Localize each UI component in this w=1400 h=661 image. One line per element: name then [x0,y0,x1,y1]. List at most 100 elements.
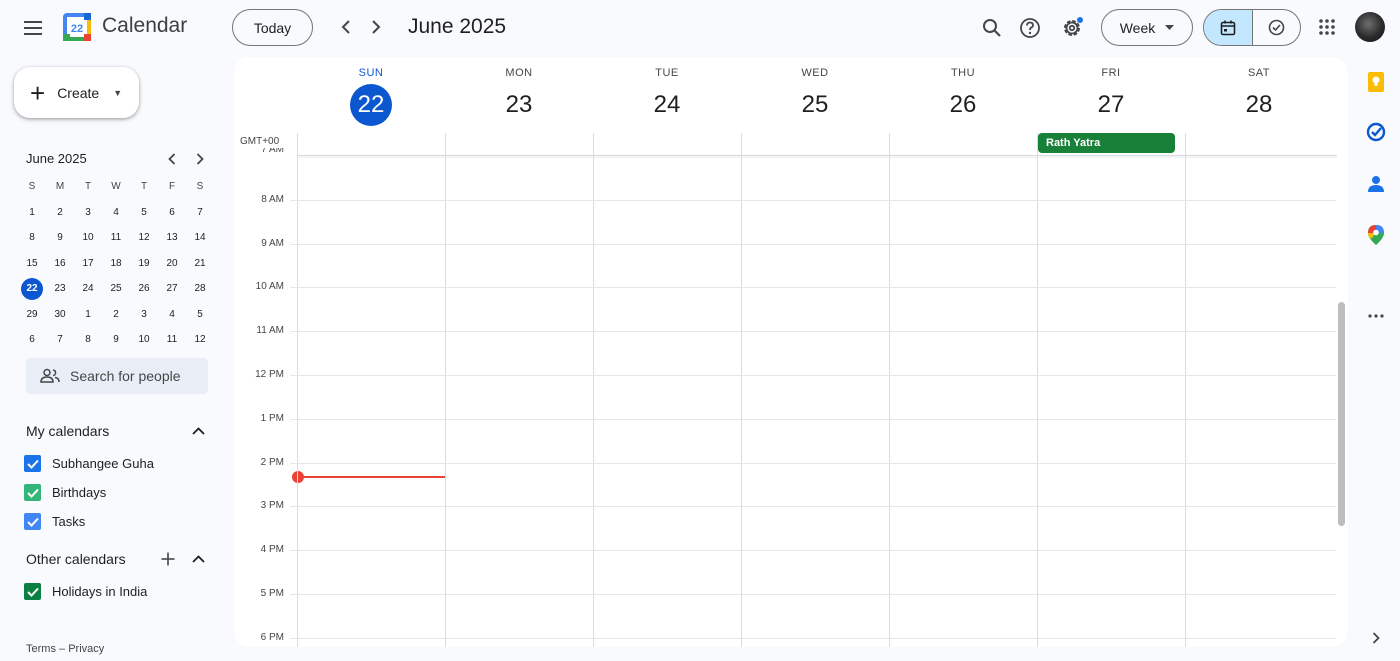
mini-calendar-day[interactable]: 8 [74,329,102,351]
date-button[interactable]: 28 [1238,84,1280,126]
mini-calendar-day-number: 8 [29,232,35,244]
mini-calendar-day[interactable]: 9 [46,227,74,249]
date-button[interactable]: 25 [794,84,836,126]
mini-calendar-day[interactable]: 21 [186,252,214,274]
mini-calendar-day[interactable]: 26 [130,278,158,300]
calendar-list-item[interactable]: Tasks [24,513,85,530]
calendar-checkbox[interactable] [24,583,41,600]
mini-calendar-day[interactable]: 5 [186,303,214,325]
terms-link[interactable]: Terms [26,643,56,655]
week-view-scrollbar[interactable] [1338,302,1345,526]
mini-calendar-day[interactable]: 2 [46,201,74,223]
date-button[interactable]: 23 [498,84,540,126]
calendar-checkbox[interactable] [24,484,41,501]
next-week-button[interactable] [361,12,391,42]
mini-calendar-day[interactable]: 20 [158,252,186,274]
mini-calendar-day[interactable]: 7 [46,329,74,351]
mini-calendar-day[interactable]: 10 [74,227,102,249]
mini-calendar-next-button[interactable] [190,149,210,169]
view-selector-button[interactable]: Week [1101,9,1193,46]
calendar-view-toggle[interactable] [1204,10,1253,45]
maps-button[interactable] [1362,221,1390,249]
search-people-input[interactable]: Search for people [26,358,208,394]
mini-calendar-day[interactable]: 7 [186,201,214,223]
mini-calendar-day[interactable]: 6 [18,329,46,351]
mini-calendar-day[interactable]: 3 [74,201,102,223]
calendar-logo-icon[interactable]: 22 [62,12,92,42]
all-day-event[interactable]: Rath Yatra [1038,133,1175,153]
expand-side-panel-button[interactable] [1362,624,1390,652]
mini-calendar-day[interactable]: 30 [46,303,74,325]
today-button[interactable]: Today [232,9,313,46]
mini-calendar-day[interactable]: 12 [130,227,158,249]
caret-down-icon: ▼ [113,87,123,98]
mini-calendar-day[interactable]: 4 [102,201,130,223]
mini-calendar-day[interactable]: 1 [18,201,46,223]
all-day-divider [297,155,1337,156]
keep-icon [1368,72,1384,92]
mini-calendar-day[interactable]: 24 [74,278,102,300]
search-button[interactable] [974,10,1010,46]
main-menu-button[interactable] [14,8,54,48]
day-header: TUE 24 [593,57,741,133]
mini-calendar-day[interactable]: 6 [158,201,186,223]
mini-calendar-day[interactable]: 27 [158,278,186,300]
mini-calendar-day[interactable]: 9 [102,329,130,351]
mini-calendar-day[interactable]: 1 [74,303,102,325]
mini-calendar-day-number: 2 [113,308,119,320]
mini-calendar-day[interactable]: 8 [18,227,46,249]
menu-icon [24,21,42,35]
mini-calendar-day[interactable]: 11 [158,329,186,351]
account-avatar[interactable] [1355,12,1385,42]
mini-calendar-day[interactable]: 3 [130,303,158,325]
more-options-button[interactable] [1362,302,1390,330]
mini-calendar-day[interactable]: 13 [158,227,186,249]
mini-calendar-day[interactable]: 5 [130,201,158,223]
mini-calendar-day[interactable]: 18 [102,252,130,274]
previous-week-button[interactable] [331,12,361,42]
calendar-list-item[interactable]: Birthdays [24,484,106,501]
keep-button[interactable] [1362,68,1390,96]
tasks-view-toggle[interactable] [1253,10,1301,45]
google-apps-button[interactable] [1312,12,1342,42]
settings-button[interactable] [1054,10,1090,46]
mini-calendar-day[interactable]: 19 [130,252,158,274]
date-button[interactable]: 27 [1090,84,1132,126]
calendar-list-item[interactable]: Holidays in India [24,583,147,600]
mini-calendar-day[interactable]: 17 [74,252,102,274]
mini-calendar-day[interactable]: 25 [102,278,130,300]
create-button[interactable]: + Create ▼ [14,67,139,118]
check-icon [26,517,39,527]
calendar-label: Birthdays [52,485,107,500]
day-header: FRI 27 [1037,57,1185,133]
people-icon [40,368,60,383]
my-calendars-collapse-button[interactable] [188,421,208,441]
mini-calendar-day[interactable]: 10 [130,329,158,351]
mini-calendar-day[interactable]: 2 [102,303,130,325]
calendar-checkbox[interactable] [24,513,41,530]
mini-calendar-day[interactable]: 15 [18,252,46,274]
privacy-link[interactable]: Privacy [68,643,104,655]
mini-calendar-day[interactable]: 29 [18,303,46,325]
other-calendars-collapse-button[interactable] [188,549,208,569]
mini-calendar-day[interactable]: 11 [102,227,130,249]
add-other-calendar-button[interactable] [158,549,178,569]
mini-calendar-day[interactable]: 12 [186,329,214,351]
mini-calendar-day[interactable]: 28 [186,278,214,300]
mini-calendar-day[interactable]: 16 [46,252,74,274]
mini-calendar-prev-button[interactable] [162,149,182,169]
calendar-checkbox[interactable] [24,455,41,472]
date-button[interactable]: 24 [646,84,688,126]
contacts-button[interactable] [1362,170,1390,198]
help-button[interactable] [1012,10,1048,46]
mini-calendar-day[interactable]: 23 [46,278,74,300]
mini-calendar-day[interactable]: 14 [186,227,214,249]
tasks-button[interactable] [1362,118,1390,146]
current-time-line [298,476,446,478]
date-button[interactable]: 26 [942,84,984,126]
today-date-button[interactable]: 22 [350,84,392,126]
mini-calendar-day[interactable]: 4 [158,303,186,325]
mini-calendar-today[interactable]: 22 [18,277,46,300]
calendar-list-item[interactable]: Subhangee Guha [24,455,154,472]
hour-label: 2 PM [260,456,284,468]
